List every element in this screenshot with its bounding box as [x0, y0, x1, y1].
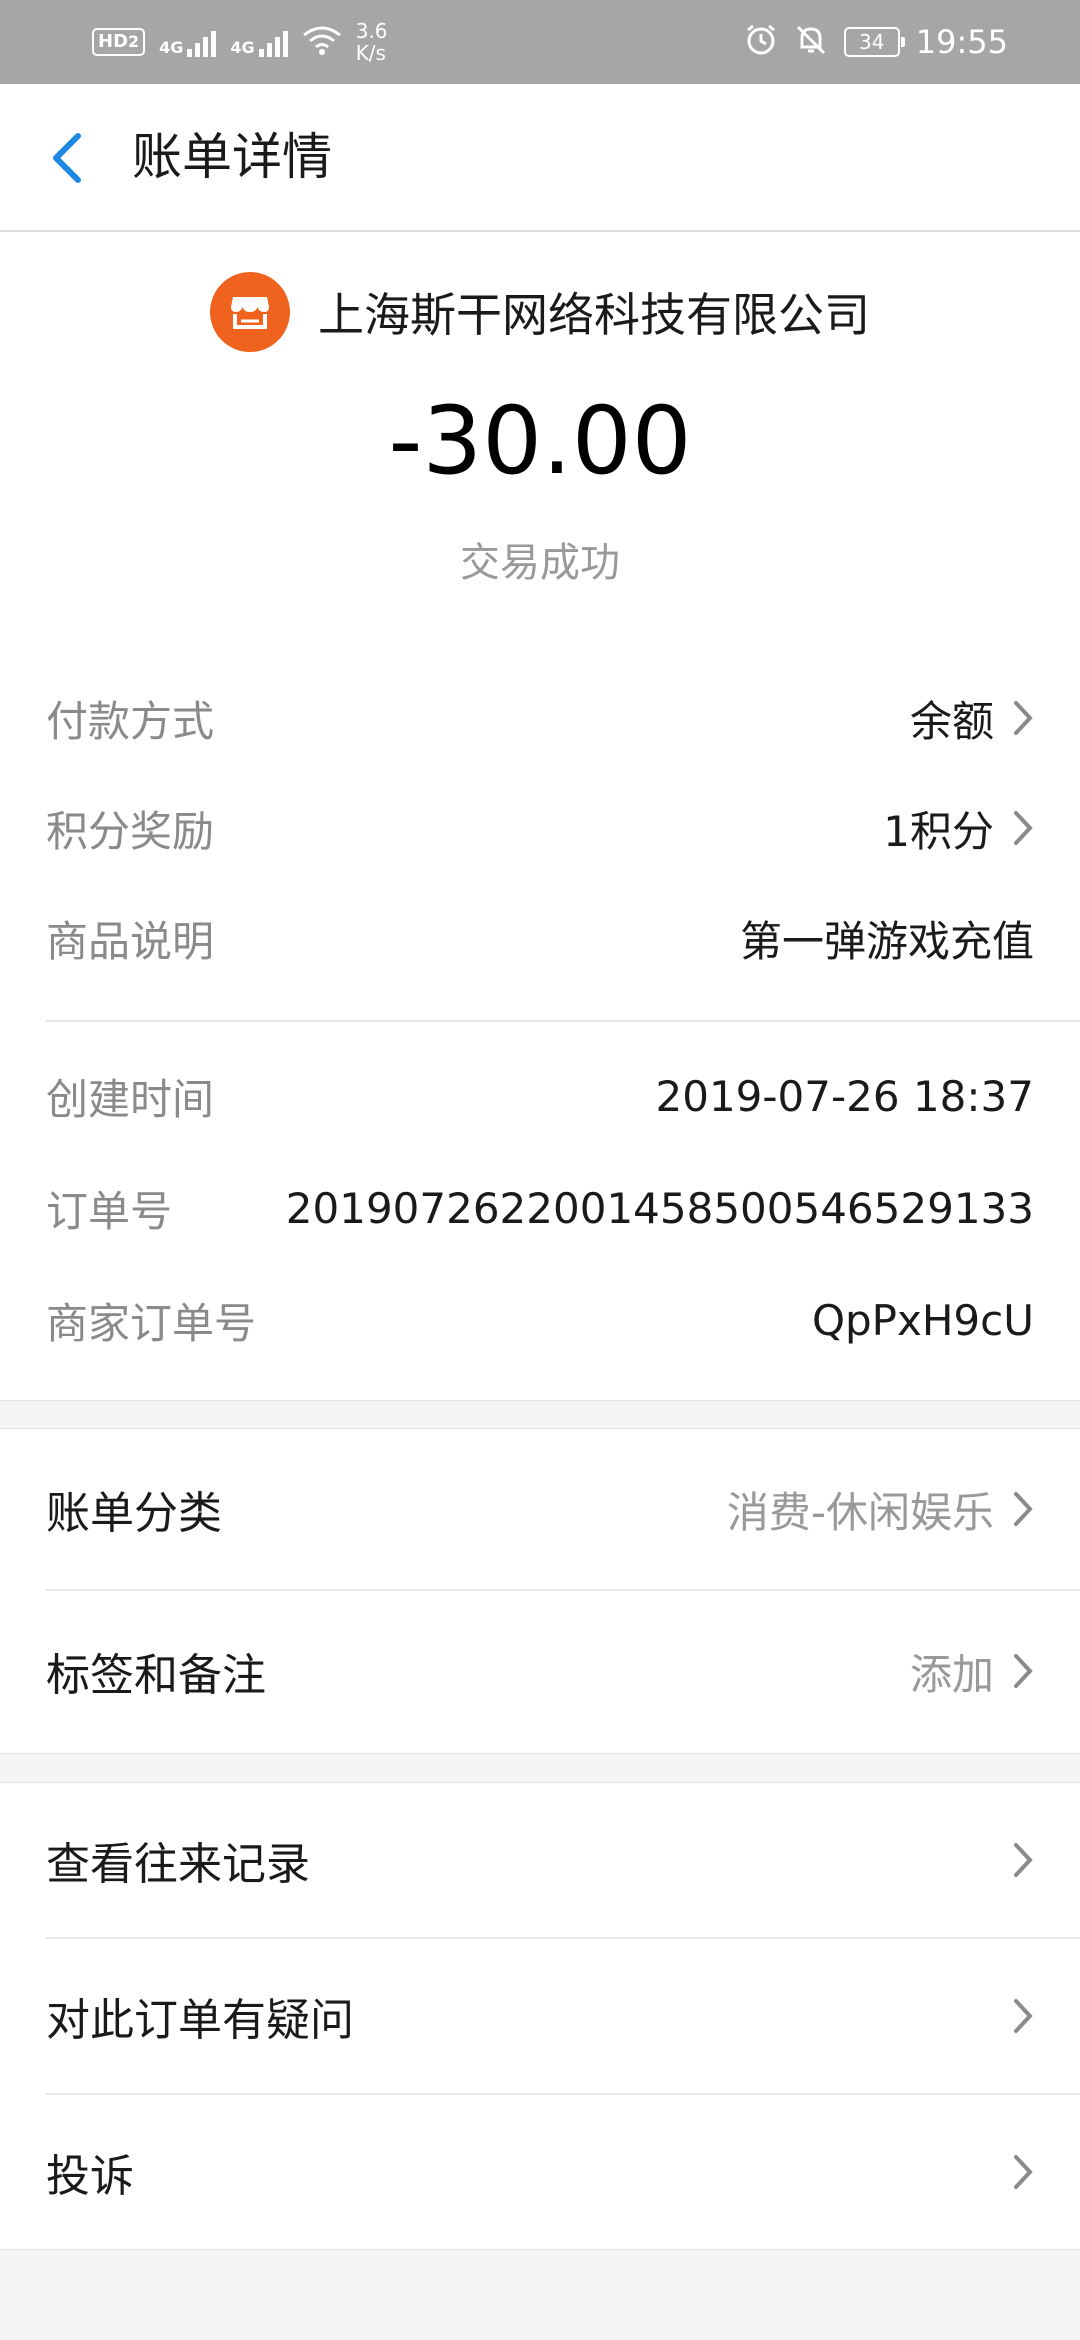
- bell-off-icon: [794, 23, 828, 61]
- detail-value: QpPxH9cU: [811, 1295, 1034, 1345]
- bill-settings-group: 账单分类 消费-休闲娱乐 标签和备注 添加: [0, 1428, 1080, 1754]
- transaction-status: 交易成功: [460, 540, 620, 586]
- detail-row-merchant-order: 商家订单号 QpPxH9cU: [46, 1280, 1034, 1360]
- detail-label: 商品说明: [46, 916, 215, 966]
- detail-label: 订单号: [46, 1186, 173, 1236]
- chevron-right-icon: [1014, 701, 1033, 735]
- detail-row-points[interactable]: 积分奖励 1积分: [46, 788, 1034, 868]
- row-value: 消费-休闲娱乐: [726, 1487, 994, 1537]
- page-title: 账单详情: [132, 128, 332, 186]
- battery-icon: 34: [843, 27, 905, 57]
- status-right: 34 19:55: [744, 18, 1008, 66]
- signal-icon: 4G: [230, 27, 288, 57]
- order-question-row[interactable]: 对此订单有疑问: [46, 1939, 1034, 2093]
- detail-row-payment-method[interactable]: 付款方式 余额: [46, 678, 1034, 758]
- network-speed: 3.6 K/s: [355, 19, 388, 65]
- detail-row-product: 商品说明 第一弹游戏充值: [46, 898, 1034, 978]
- alarm-icon: [744, 23, 778, 61]
- chevron-right-icon: [1014, 2155, 1033, 2189]
- bill-category-row[interactable]: 账单分类 消费-休闲娱乐: [46, 1429, 1034, 1589]
- detail-value: 余额: [909, 696, 994, 746]
- signal-icon: 4G: [159, 27, 217, 57]
- row-label: 对此订单有疑问: [46, 1995, 354, 2046]
- detail-value: 2019-07-26 18:37: [655, 1071, 1034, 1121]
- detail-label: 创建时间: [46, 1074, 215, 1124]
- view-history-row[interactable]: 查看往来记录: [46, 1783, 1034, 1937]
- actions-group: 查看往来记录 对此订单有疑问 投诉: [0, 1782, 1080, 2250]
- detail-label: 付款方式: [46, 696, 215, 746]
- detail-value: 2019072622001458500546529133: [285, 1183, 1034, 1233]
- detail-value: 1积分: [883, 806, 994, 856]
- complaint-row[interactable]: 投诉: [46, 2095, 1034, 2249]
- bill-summary-card: 上海斯干网络科技有限公司 -30.00 交易成功 付款方式 余额 积分奖励 1积…: [0, 232, 1080, 1401]
- status-left: HD2 4G 4G 3.6 K/s: [92, 18, 388, 66]
- store-icon: [210, 272, 290, 352]
- merchant-name: 上海斯干网络科技有限公司: [318, 288, 870, 342]
- detail-row-created-time: 创建时间 2019-07-26 18:37: [46, 1056, 1034, 1136]
- hd-icon: HD2: [92, 28, 146, 56]
- chevron-right-icon: [1014, 1654, 1033, 1688]
- app-header: 账单详情: [0, 84, 1080, 232]
- detail-label: 商家订单号: [46, 1298, 257, 1348]
- status-bar: HD2 4G 4G 3.6 K/s 34 19:55: [0, 0, 1080, 84]
- merchant-header: 上海斯干网络科技有限公司: [0, 272, 1080, 352]
- row-label: 账单分类: [46, 1488, 222, 1539]
- row-label: 查看往来记录: [46, 1839, 310, 1890]
- wifi-icon: [302, 25, 342, 59]
- chevron-right-icon: [1014, 1843, 1033, 1877]
- amount: -30.00: [388, 387, 692, 496]
- row-value: 添加: [909, 1649, 994, 1699]
- chevron-right-icon: [1014, 1492, 1033, 1526]
- clock: 19:55: [915, 23, 1008, 61]
- tags-notes-row[interactable]: 标签和备注 添加: [46, 1591, 1034, 1751]
- back-arrow-icon[interactable]: [44, 128, 88, 188]
- detail-label: 积分奖励: [46, 806, 215, 856]
- detail-row-order-number: 订单号 2019072622001458500546529133: [46, 1168, 1034, 1248]
- chevron-right-icon: [1014, 1999, 1033, 2033]
- chevron-right-icon: [1014, 811, 1033, 845]
- divider: [46, 1020, 1080, 1022]
- row-label: 标签和备注: [46, 1650, 266, 1701]
- detail-value: 第一弹游戏充值: [739, 916, 1034, 966]
- row-label: 投诉: [46, 2151, 134, 2202]
